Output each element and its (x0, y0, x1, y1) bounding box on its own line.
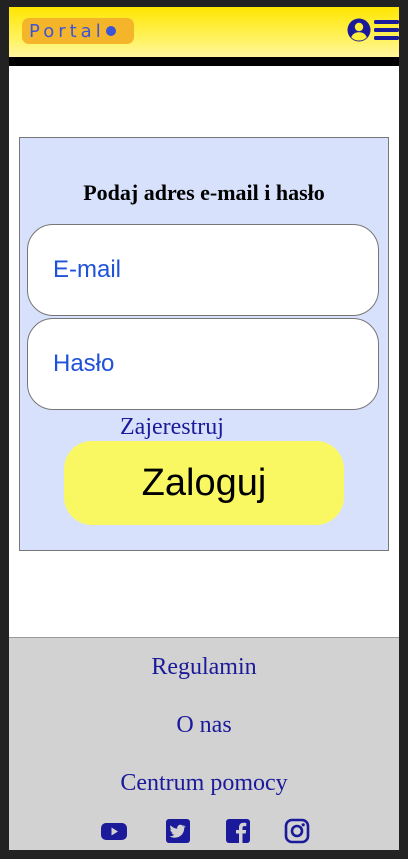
login-title: Podaj adres e-mail i hasło (83, 180, 325, 205)
footer-link-help[interactable]: Centrum pomocy (9, 770, 399, 797)
header-divider (9, 57, 399, 66)
login-panel: Podaj adres e-mail i hasło Zajerestruj Z… (19, 137, 389, 551)
login-button[interactable]: Zaloguj (64, 441, 344, 525)
portal-logo[interactable]: Portal (22, 18, 134, 44)
logo-text: Portal (29, 20, 105, 42)
register-link[interactable]: Zajerestruj (120, 414, 224, 441)
header: Portal (9, 7, 399, 57)
footer: Regulamin O nas Centrum pomocy (9, 637, 399, 850)
email-field[interactable] (27, 224, 379, 316)
footer-link-about[interactable]: O nas (9, 712, 399, 739)
logo-dot-icon (105, 26, 116, 36)
password-field[interactable] (27, 318, 379, 410)
footer-link-terms[interactable]: Regulamin (9, 654, 399, 681)
app-frame: Portal Podaj adres e-mail i hasło Zajere… (9, 7, 399, 850)
twitter-icon[interactable] (165, 818, 191, 844)
youtube-icon[interactable] (101, 818, 127, 844)
facebook-icon[interactable] (225, 818, 251, 844)
hamburger-menu-icon[interactable] (374, 19, 399, 41)
instagram-icon[interactable] (284, 818, 310, 844)
user-circle-icon[interactable] (347, 18, 371, 42)
